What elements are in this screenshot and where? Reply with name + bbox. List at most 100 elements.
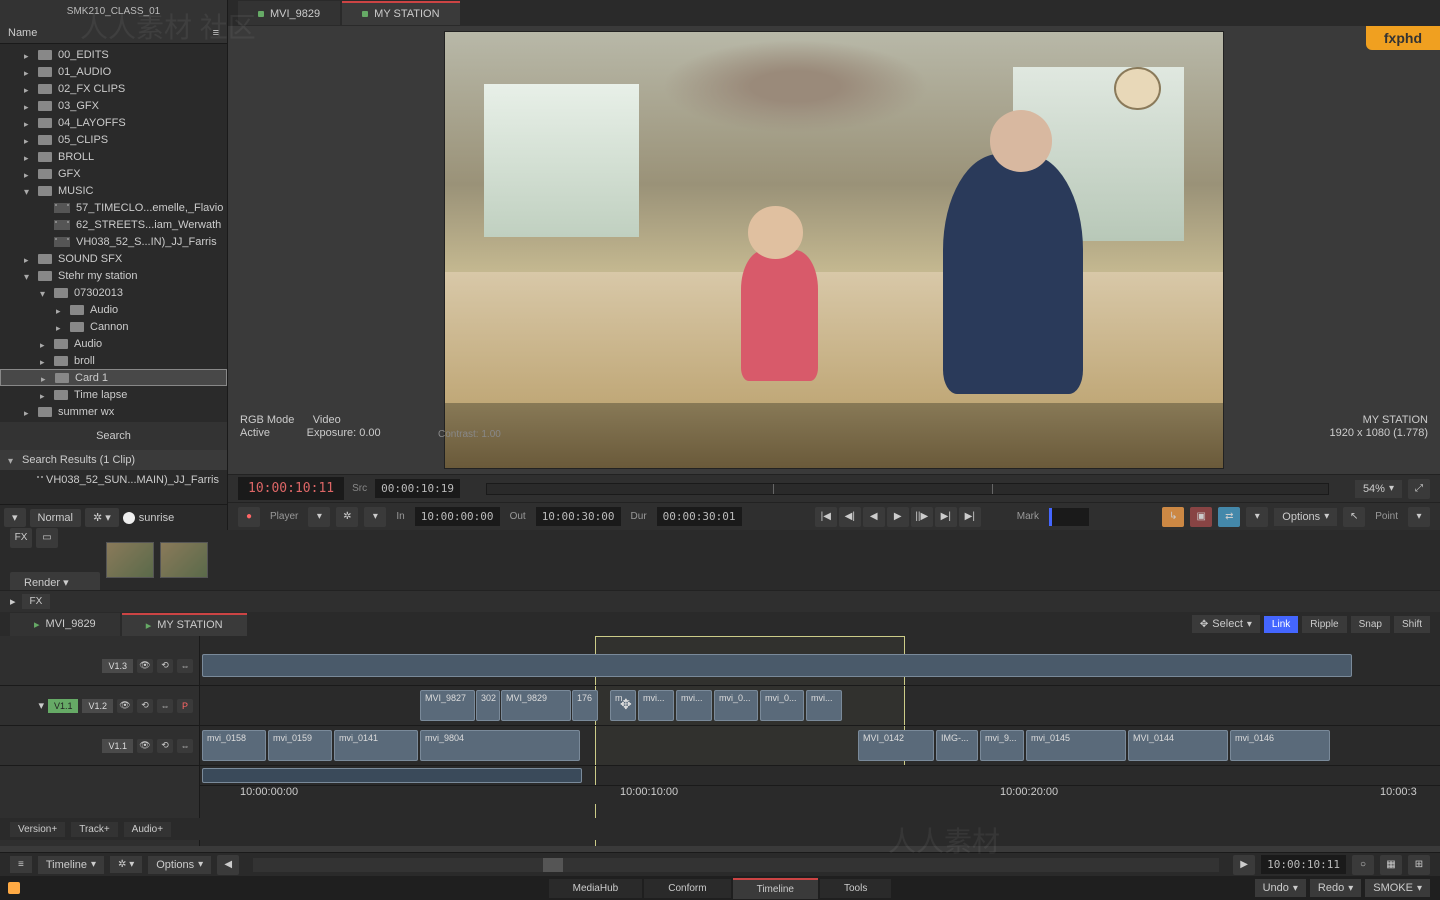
tree-item[interactable]: GFX: [0, 165, 227, 182]
tree-item[interactable]: Audio: [0, 301, 227, 318]
timeline-tab-clip[interactable]: ▸MVI_9829: [10, 613, 120, 636]
tree-item[interactable]: Card 1: [0, 369, 227, 386]
timeline-clip[interactable]: mvi_9804: [420, 730, 580, 761]
timeline-clip[interactable]: mvi...: [806, 690, 842, 721]
eye-icon[interactable]: 👁: [117, 699, 133, 713]
shift-toggle[interactable]: Shift: [1394, 616, 1430, 633]
record-button[interactable]: ●: [238, 507, 260, 527]
track-v11[interactable]: mvi_0158mvi_0159mvi_0141mvi_9804MVI_0142…: [200, 726, 1440, 766]
view-mode[interactable]: Timeline ▾: [38, 856, 104, 874]
duration[interactable]: 00:00:30:01: [657, 507, 742, 526]
lock-icon[interactable]: ⟲: [157, 739, 173, 753]
options-dropdown[interactable]: Options ▾: [148, 856, 211, 874]
version-plus-button[interactable]: Version+: [10, 822, 65, 837]
mode-dropdown[interactable]: Normal: [30, 509, 81, 527]
play-icon[interactable]: ▶: [887, 507, 909, 527]
tree-item[interactable]: MUSIC: [0, 182, 227, 199]
dropdown-button[interactable]: ▾: [4, 508, 26, 527]
patch-indicator[interactable]: P: [177, 699, 193, 713]
column-header-name[interactable]: Name ≡: [0, 23, 227, 44]
timeline-clip[interactable]: MVI_0142: [858, 730, 934, 761]
timeline-clip[interactable]: MVI_0144: [1128, 730, 1228, 761]
tree-item[interactable]: Stehr my station: [0, 267, 227, 284]
tree-item[interactable]: SOUND SFX: [0, 250, 227, 267]
tree-item[interactable]: broll: [0, 352, 227, 369]
redo-button[interactable]: Redo ▾: [1310, 879, 1361, 897]
tree-item[interactable]: 02_FX CLIPS: [0, 80, 227, 97]
viewer-canvas[interactable]: fxphd RGB Mode Video Active Exposure: 0.…: [228, 26, 1440, 474]
smoke-label[interactable]: SMOKE ▾: [1365, 879, 1430, 897]
horizontal-scrollbar[interactable]: [253, 858, 1219, 872]
track-audio[interactable]: [200, 766, 1440, 786]
timecode-main[interactable]: 10:00:10:11: [238, 477, 344, 500]
snap-toggle[interactable]: Snap: [1351, 616, 1390, 633]
record-status-icon[interactable]: ○: [1352, 855, 1374, 875]
go-end-icon[interactable]: ▶|: [959, 507, 981, 527]
viewer-tab-clip[interactable]: MVI_9829: [238, 1, 340, 25]
gear-dropdown-icon[interactable]: ▾: [364, 507, 386, 527]
tree-item[interactable]: 62_STREETS...iam_Werwath: [0, 216, 227, 233]
gear-icon[interactable]: ✲ ▾: [85, 508, 119, 527]
tree-item[interactable]: 00_EDITS: [0, 46, 227, 63]
timeline-clip[interactable]: mvi_0...: [714, 690, 758, 721]
timeline-clip[interactable]: [202, 768, 582, 783]
pointer-icon[interactable]: ↖: [1343, 507, 1365, 527]
grid-icon[interactable]: ▦: [1380, 855, 1402, 875]
timeline-clip[interactable]: mvi_0158: [202, 730, 266, 761]
link-toggle[interactable]: Link: [1264, 616, 1298, 633]
play-reverse-icon[interactable]: ◀: [863, 507, 885, 527]
tree-item[interactable]: 07302013: [0, 284, 227, 301]
timeline-clip[interactable]: 176: [572, 690, 598, 721]
prev-frame-icon[interactable]: ◀|: [839, 507, 861, 527]
lock-icon[interactable]: ⟲: [157, 659, 173, 673]
tree-item[interactable]: 03_GFX: [0, 97, 227, 114]
edit-dropdown-icon[interactable]: ▾: [1246, 507, 1268, 527]
status-timecode[interactable]: 10:00:10:11: [1261, 855, 1346, 874]
timeline-clip[interactable]: mvi_0159: [268, 730, 332, 761]
point-dropdown-icon[interactable]: ▾: [1408, 507, 1430, 527]
replace-icon[interactable]: ⇄: [1218, 507, 1240, 527]
thumbnail[interactable]: [106, 542, 154, 578]
tree-item[interactable]: Time lapse: [0, 386, 227, 403]
fx-expand-icon[interactable]: ▸: [10, 595, 16, 608]
lock-icon[interactable]: ⟲: [137, 699, 153, 713]
track-header-v11-v12[interactable]: ▾ V1.1 V1.2 👁 ⟲ ⇔ P: [0, 686, 199, 726]
timecode-src[interactable]: 00:00:10:19: [375, 479, 460, 498]
status-indicator-icon[interactable]: [8, 882, 20, 894]
timeline-clip[interactable]: IMG-...: [936, 730, 978, 761]
timeline-clip[interactable]: MVI_9829: [501, 690, 571, 721]
viewer-tab-sequence[interactable]: MY STATION: [342, 1, 459, 25]
tree-item[interactable]: BROLL: [0, 148, 227, 165]
tree-item[interactable]: 04_LAYOFFS: [0, 114, 227, 131]
link-icon[interactable]: ⇔: [177, 659, 193, 673]
player-mode[interactable]: Player: [266, 511, 302, 522]
audio-plus-button[interactable]: Audio+: [124, 822, 171, 837]
track-header-v13[interactable]: V1.3 👁 ⟲ ⇔: [0, 646, 199, 686]
go-start-icon[interactable]: |◀: [815, 507, 837, 527]
timeline-clip[interactable]: mvi_0146: [1230, 730, 1330, 761]
menu-icon[interactable]: ≡: [10, 856, 32, 873]
sort-icon[interactable]: ≡: [213, 27, 219, 39]
tree-item[interactable]: 05_CLIPS: [0, 131, 227, 148]
tree-item[interactable]: 01_AUDIO: [0, 63, 227, 80]
scroll-left-icon[interactable]: ◀: [217, 855, 239, 875]
track-plus-button[interactable]: Track+: [71, 822, 117, 837]
track-v13[interactable]: [200, 646, 1440, 686]
link-icon[interactable]: ⇔: [177, 739, 193, 753]
search-button[interactable]: Search: [0, 422, 227, 450]
tree-item[interactable]: Audio: [0, 335, 227, 352]
track-header-v11[interactable]: V1.1 👁 ⟲ ⇔: [0, 726, 199, 766]
out-point[interactable]: 10:00:30:00: [536, 507, 621, 526]
filter-toggle[interactable]: [123, 512, 135, 524]
gear-icon[interactable]: ✲: [336, 507, 358, 527]
link-icon[interactable]: ⇔: [157, 699, 173, 713]
fx-label[interactable]: FX: [22, 594, 51, 609]
timeline-tab-sequence[interactable]: ▸MY STATION: [122, 613, 247, 636]
ripple-toggle[interactable]: Ripple: [1302, 616, 1346, 633]
track-area[interactable]: MVI_9827302MVI_9829176m...mvi...mvi...mv…: [200, 636, 1440, 846]
next-frame-icon[interactable]: ▶|: [935, 507, 957, 527]
insert-icon[interactable]: ↳: [1162, 507, 1184, 527]
overwrite-icon[interactable]: ▣: [1190, 507, 1212, 527]
chevron-down-icon[interactable]: ▾: [38, 699, 44, 712]
thumbnail[interactable]: [160, 542, 208, 578]
